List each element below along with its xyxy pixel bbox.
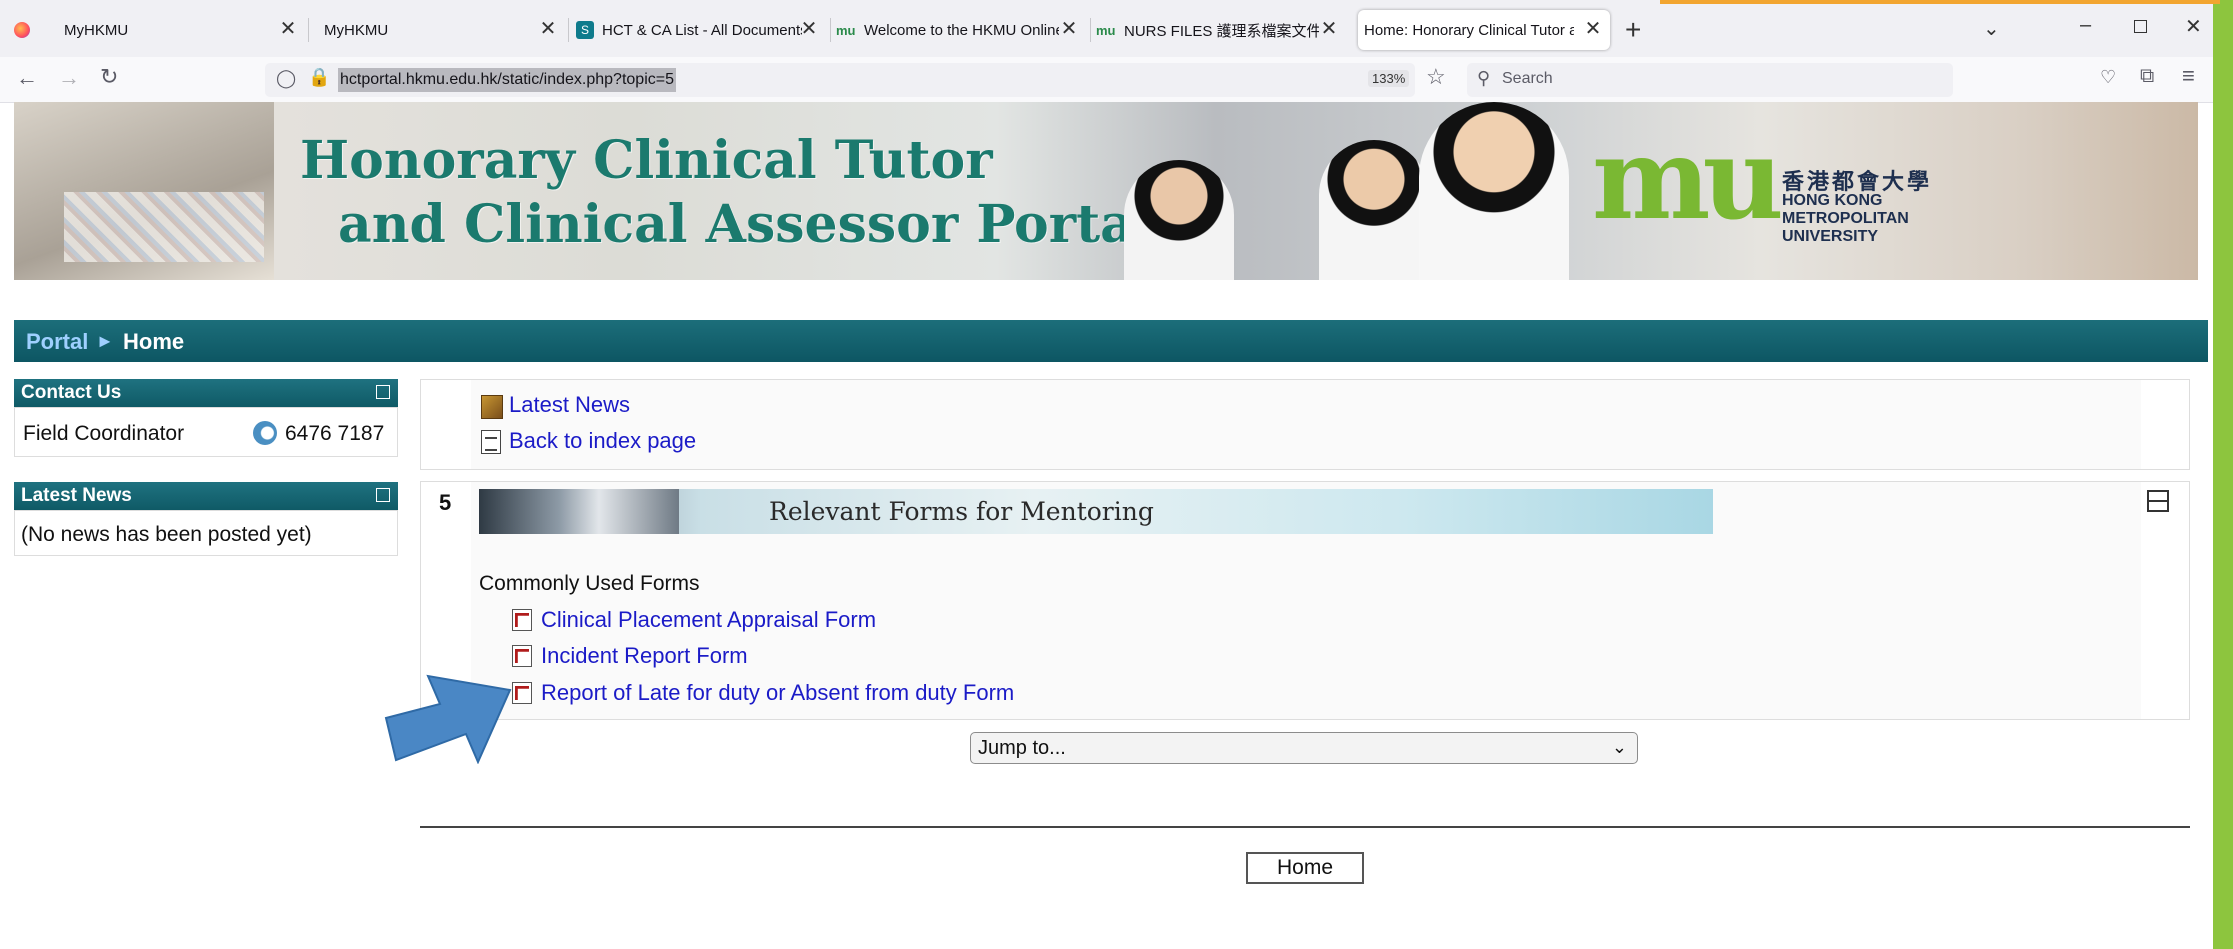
close-tab-icon[interactable]: ✕	[277, 18, 299, 40]
tab-honorary-portal[interactable]: Home: Honorary Clinical Tutor and ✕	[1358, 10, 1610, 50]
tab-hkmu-online[interactable]: mu Welcome to the HKMU Online L ✕	[836, 10, 1086, 50]
lock-insecure-icon[interactable]: 🔒	[308, 68, 330, 86]
tab-separator	[830, 18, 831, 42]
late-absent-duty-form-link[interactable]: Report of Late for duty or Absent from d…	[541, 680, 1014, 706]
tab-separator	[1090, 18, 1091, 42]
jump-to-value: Jump to...	[978, 737, 1066, 759]
breadcrumb-portal-link[interactable]: Portal	[26, 329, 88, 355]
bookmark-star-icon[interactable]: ☆	[1426, 66, 1446, 88]
tab-myhkmu-2[interactable]: MyHKMU ✕	[310, 10, 565, 50]
contact-us-header: Contact Us	[14, 379, 398, 407]
menu-icon[interactable]: ≡	[2182, 65, 2195, 87]
hkmu-logo-en-1: HONG KONG	[1782, 192, 1883, 209]
reload-icon[interactable]: ↻	[100, 66, 118, 88]
close-window-icon[interactable]: ✕	[2185, 14, 2202, 39]
breadcrumb-separator: ►	[96, 331, 114, 351]
latest-news-link[interactable]: Latest News	[509, 392, 630, 418]
minimize-icon[interactable]: –	[2080, 14, 2091, 37]
banner-title-line2: and Clinical Assessor Portal	[338, 194, 1154, 255]
field-coordinator-label: Field Coordinator	[23, 422, 185, 445]
tab-nurs-files[interactable]: mu NURS FILES 護理系檔案文件發佈 ✕	[1096, 10, 1346, 50]
forms-section-banner: Relevant Forms for Mentoring	[479, 489, 1713, 534]
hkmu-logo-en-2: METROPOLITAN	[1782, 210, 1909, 227]
footer-divider	[420, 826, 2190, 828]
sharepoint-icon: S	[576, 21, 594, 39]
portal-banner: Honorary Clinical Tutor and Clinical Ass…	[14, 102, 2198, 280]
commonly-used-forms-heading: Commonly Used Forms	[479, 572, 700, 595]
home-button[interactable]: Home	[1246, 852, 1364, 884]
tab-title: Welcome to the HKMU Online L	[864, 21, 1059, 39]
hkmu-favicon: mu	[1096, 22, 1116, 38]
tab-title: MyHKMU	[64, 21, 129, 39]
tab-title: MyHKMU	[324, 21, 389, 39]
section-number: 5	[439, 490, 452, 515]
tab-separator	[568, 18, 569, 42]
collapse-section-icon[interactable]	[2147, 490, 2169, 512]
phone-icon	[253, 421, 277, 445]
hkmu-logo-en-3: UNIVERSITY	[1782, 228, 1879, 245]
collapse-toggle-icon[interactable]	[376, 385, 390, 399]
close-tab-icon[interactable]: ✕	[1318, 18, 1340, 40]
latest-news-title: Latest News	[21, 485, 132, 506]
topic-links-inner	[471, 380, 2141, 469]
close-tab-icon[interactable]: ✕	[1582, 18, 1604, 40]
firefox-icon[interactable]	[14, 22, 30, 38]
no-news-text: (No news has been posted yet)	[21, 523, 312, 546]
clinical-placement-appraisal-form-link[interactable]: Clinical Placement Appraisal Form	[541, 607, 876, 633]
restore-icon[interactable]	[2134, 20, 2147, 33]
url-text[interactable]: hctportal.hkmu.edu.hk/static/index.php?t…	[338, 68, 676, 92]
tab-myhkmu-1[interactable]: MyHKMU ✕	[50, 10, 305, 50]
bed-sheet	[64, 192, 264, 262]
search-input[interactable]: Search	[1502, 70, 1553, 88]
pdf-icon	[512, 645, 532, 667]
banner-title-line1: Honorary Clinical Tutor	[300, 130, 993, 191]
pocket-icon[interactable]: ♡	[2100, 68, 2116, 86]
topic-links-box	[420, 379, 2190, 470]
tab-separator	[308, 18, 309, 42]
latest-news-icon	[481, 395, 503, 419]
extensions-icon[interactable]: ⧉	[2140, 66, 2154, 86]
search-icon: ⚲	[1477, 68, 1491, 88]
browser-window: MyHKMU ✕ MyHKMU ✕ S HCT & CA List - All …	[0, 0, 2213, 949]
latest-news-header: Latest News	[14, 482, 398, 510]
breadcrumb-current: Home	[123, 329, 185, 354]
banner-photo	[479, 489, 679, 534]
annotation-arrow	[384, 674, 512, 764]
new-tab-button[interactable]: +	[1625, 14, 1641, 46]
back-icon[interactable]: ←	[16, 67, 38, 89]
latest-news-body: (No news has been posted yet)	[14, 510, 398, 556]
collapse-toggle-icon[interactable]	[376, 488, 390, 502]
tab-hct-ca-list[interactable]: S HCT & CA List - All Documents ✕	[576, 10, 826, 50]
close-tab-icon[interactable]: ✕	[798, 18, 820, 40]
zoom-level[interactable]: 133%	[1368, 70, 1410, 87]
hkmu-logo-mark: mu	[1592, 114, 1784, 245]
phone-number: 6476 7187	[285, 422, 385, 445]
hkmu-favicon: mu	[836, 22, 856, 38]
forms-banner-text: Relevant Forms for Mentoring	[769, 497, 1154, 526]
list-tabs-icon[interactable]: ⌄	[1983, 16, 2000, 41]
nurse-1	[1124, 160, 1234, 280]
contact-us-title: Contact Us	[21, 382, 122, 403]
breadcrumb: Portal ► Home	[14, 320, 2208, 362]
tab-title: HCT & CA List - All Documents	[602, 21, 802, 39]
back-to-index-link[interactable]: Back to index page	[509, 428, 696, 454]
shield-icon[interactable]: ◯	[276, 69, 296, 87]
close-tab-icon[interactable]: ✕	[537, 18, 559, 40]
tab-bar: MyHKMU ✕ MyHKMU ✕ S HCT & CA List - All …	[0, 0, 2213, 57]
desktop-accent-strip	[1660, 0, 2220, 4]
nurse-3	[1419, 102, 1569, 280]
tab-title: NURS FILES 護理系檔案文件發佈	[1124, 22, 1319, 40]
chevron-down-icon: ⌄	[1611, 737, 1627, 757]
incident-report-form-link[interactable]: Incident Report Form	[541, 643, 748, 669]
contact-us-body: Field Coordinator 6476 7187	[14, 407, 398, 457]
pdf-icon	[512, 609, 532, 631]
document-icon	[481, 430, 501, 454]
tab-title: Home: Honorary Clinical Tutor and	[1364, 21, 1574, 39]
nurse-2	[1319, 140, 1429, 280]
close-tab-icon[interactable]: ✕	[1058, 18, 1080, 40]
jump-to-select[interactable]: Jump to... ⌄	[970, 732, 1638, 764]
forward-icon[interactable]: →	[58, 67, 80, 89]
